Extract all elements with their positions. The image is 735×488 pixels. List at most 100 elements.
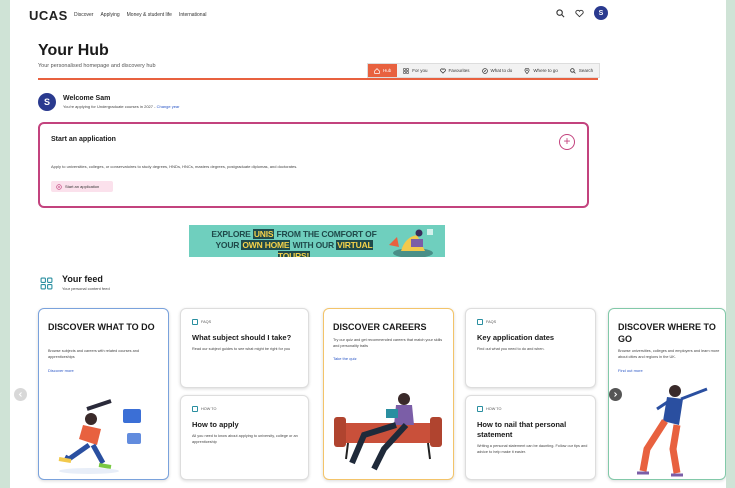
page: UCAS Discover Applying Money & student l… — [10, 0, 726, 488]
tab-label: Favourites — [448, 68, 470, 73]
howto-tag: HOW TO — [477, 406, 501, 412]
card-description: Writing a personal statement can be daun… — [477, 444, 588, 454]
banner-illustration — [389, 229, 433, 257]
tab-where-to-go[interactable]: Where to go — [518, 64, 564, 77]
howto-tag: HOW TO — [192, 406, 216, 412]
banner-text: EXPLORE UNIS FROM THE COMFORT OF YOUR OW… — [209, 229, 379, 257]
welcome-subtitle: You're applying for Undergraduate course… — [63, 104, 179, 109]
card-title: How to nail that personal statement — [477, 420, 567, 439]
tab-hub[interactable]: Hub — [368, 64, 398, 77]
card-description: Read our subject guides to see what migh… — [192, 347, 291, 351]
card-title: DISCOVER CAREERS — [333, 322, 427, 332]
hub-tabs: Hub For you Favourites What to do Where … — [367, 63, 601, 78]
tab-favourites[interactable]: Favourites — [434, 64, 476, 77]
plus-circle-icon — [56, 183, 62, 190]
faq-tag-label: FAQS — [201, 320, 212, 324]
card-title: Key application dates — [477, 333, 555, 342]
grid-icon — [403, 67, 409, 74]
faq-icon — [192, 319, 198, 325]
chevron-left-icon — [18, 392, 22, 397]
title-divider — [38, 78, 598, 80]
feed-title: Your feed — [62, 274, 103, 284]
feed-grid-icon — [40, 277, 53, 290]
search-icon[interactable] — [556, 8, 565, 18]
banner-text-2: FROM THE COMFORT OF — [274, 229, 377, 239]
plus-icon[interactable]: + — [559, 134, 575, 150]
discover-where-to-go-card[interactable]: DISCOVER WHERE TO GO Browse universities… — [608, 308, 726, 480]
welcome-avatar: S — [38, 93, 56, 111]
carousel-prev-button[interactable] — [14, 388, 27, 401]
nav-link-international[interactable]: International — [179, 12, 207, 18]
card-title: DISCOVER WHERE TO GO — [618, 322, 716, 344]
discover-careers-card[interactable]: DISCOVER CAREERS Try our quiz and get re… — [323, 308, 454, 480]
welcome-year-text: You're applying for Undergraduate course… — [63, 104, 157, 109]
pin-icon — [524, 67, 530, 74]
person-sofa-illustration — [334, 393, 442, 471]
heart-icon[interactable] — [575, 9, 584, 18]
feed-subtitle: Your personal content feed — [62, 286, 110, 291]
card-title: How to apply — [192, 420, 239, 429]
carousel-next-button[interactable] — [609, 388, 622, 401]
discover-what-to-do-card[interactable]: DISCOVER WHAT TO DO Browse subjects and … — [38, 308, 169, 480]
card-title: DISCOVER WHAT TO DO — [48, 322, 155, 332]
faq-dates-card[interactable]: FAQS Key application dates Find out what… — [465, 308, 596, 388]
tab-label: For you — [412, 68, 428, 73]
nav-link-applying[interactable]: Applying — [100, 12, 119, 18]
avatar[interactable]: S — [594, 6, 608, 20]
heart-icon — [439, 68, 446, 74]
card-description: Find out what you need to do and when. — [477, 347, 545, 351]
banner-text-3: YOUR — [215, 240, 242, 250]
welcome-title: Welcome Sam — [63, 95, 111, 102]
card-description: Try our quiz and get recommended careers… — [333, 338, 443, 348]
howto-tag-label: HOW TO — [201, 407, 217, 411]
page-title: Your Hub — [38, 42, 109, 59]
howto-tag-label: HOW TO — [486, 407, 502, 411]
tab-label: Where to go — [533, 68, 558, 73]
faq-tag-label: FAQS — [486, 320, 497, 324]
start-application-description: Apply to universities, colleges, or cons… — [51, 164, 298, 169]
start-application-card: Start an application + Apply to universi… — [38, 122, 589, 208]
change-year-link[interactable]: Change year — [157, 104, 180, 109]
home-icon — [374, 67, 380, 74]
start-application-button-label: Start an application — [65, 184, 100, 189]
tab-label: Hub — [383, 68, 392, 73]
card-title: What subject should I take? — [192, 333, 292, 342]
faq-tag: FAQS — [477, 319, 496, 325]
card-description: Browse universities, colleges and employ… — [618, 349, 720, 359]
find-out-more-link[interactable]: Find out more — [618, 368, 643, 373]
faq-icon — [477, 319, 483, 325]
discover-more-link[interactable]: Discover more — [48, 368, 74, 373]
card-description: All you need to know about applying to u… — [192, 434, 298, 444]
compass-icon — [481, 67, 488, 74]
tab-for-you[interactable]: For you — [397, 64, 433, 77]
tab-label: Search — [578, 68, 594, 73]
chevron-right-icon — [614, 392, 618, 397]
start-application-title: Start an application — [51, 136, 116, 143]
ucas-logo[interactable]: UCAS — [29, 8, 68, 23]
document-icon — [477, 406, 483, 412]
howto-statement-card[interactable]: HOW TO How to nail that personal stateme… — [465, 395, 596, 480]
tab-search[interactable]: Search — [564, 64, 599, 77]
card-description: Browse subjects and careers with related… — [48, 349, 139, 359]
person-pointing-illustration — [637, 385, 708, 477]
nav-right: S — [556, 6, 608, 20]
nav-link-discover[interactable]: Discover — [74, 12, 93, 18]
top-nav: UCAS Discover Applying Money & student l… — [10, 0, 726, 30]
faq-subject-card[interactable]: FAQS What subject should I take? Read ou… — [180, 308, 309, 388]
nav-links: Discover Applying Money & student life I… — [74, 12, 206, 18]
page-subtitle: Your personalised homepage and discovery… — [38, 63, 156, 69]
banner-text-4: WITH OUR — [290, 240, 337, 250]
search-icon — [570, 67, 576, 74]
take-quiz-link[interactable]: Take the quiz — [333, 356, 357, 361]
banner-highlight-home: OWN HOME — [241, 240, 291, 250]
virtual-tours-banner[interactable]: EXPLORE UNIS FROM THE COMFORT OF YOUR OW… — [189, 225, 445, 257]
banner-text-1: EXPLORE — [211, 229, 253, 239]
person-telescope-illustration — [58, 399, 141, 474]
start-application-button[interactable]: Start an application — [51, 181, 113, 192]
how-to-apply-card[interactable]: HOW TO How to apply All you need to know… — [180, 395, 309, 480]
tab-label: What to do — [490, 68, 513, 73]
faq-tag: FAQS — [192, 319, 211, 325]
tab-what-to-do[interactable]: What to do — [476, 64, 519, 77]
nav-link-money[interactable]: Money & student life — [127, 12, 172, 18]
banner-highlight-unis: UNIS — [252, 229, 275, 239]
